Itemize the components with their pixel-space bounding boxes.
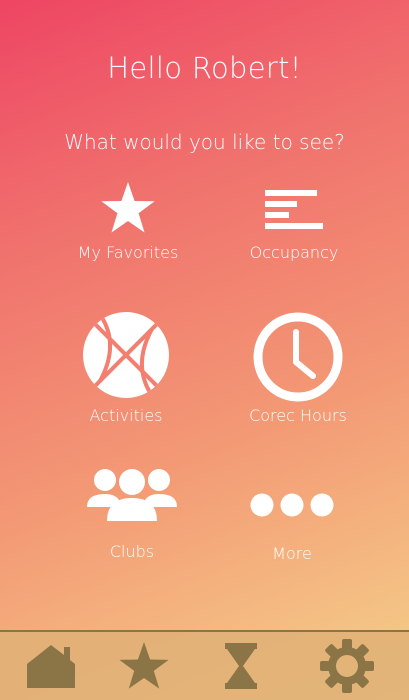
tab-favorites[interactable] (93, 632, 195, 700)
tile-corec-hours[interactable]: Corec Hours (198, 310, 398, 430)
tab-home[interactable] (0, 632, 102, 700)
home-screen: Hello Robert! What would you like to see… (0, 0, 409, 700)
dots-icon (250, 493, 334, 517)
tile-label: Corec Hours (249, 406, 347, 425)
tile-activities[interactable]: Activities (26, 310, 226, 430)
hourglass-icon (225, 643, 257, 689)
tab-settings[interactable] (296, 632, 398, 700)
clock-icon (253, 312, 343, 402)
basketball-icon (83, 312, 169, 398)
home-icon (27, 645, 75, 688)
star-icon (101, 182, 155, 233)
tile-label: Occupancy (249, 243, 339, 262)
prompt-text: What would you like to see? (64, 130, 345, 154)
bottom-tab-bar (0, 630, 409, 700)
gear-icon (320, 639, 374, 693)
tile-label: More (272, 544, 312, 563)
tab-hours[interactable] (190, 632, 292, 700)
greeting-title: Hello Robert! (107, 51, 302, 85)
group-icon (87, 469, 177, 521)
bars-icon (265, 190, 323, 229)
tile-label: Activities (89, 406, 163, 425)
star-icon (119, 642, 169, 689)
tile-more[interactable]: More (192, 465, 392, 570)
tile-occupancy[interactable]: Occupancy (194, 180, 394, 270)
